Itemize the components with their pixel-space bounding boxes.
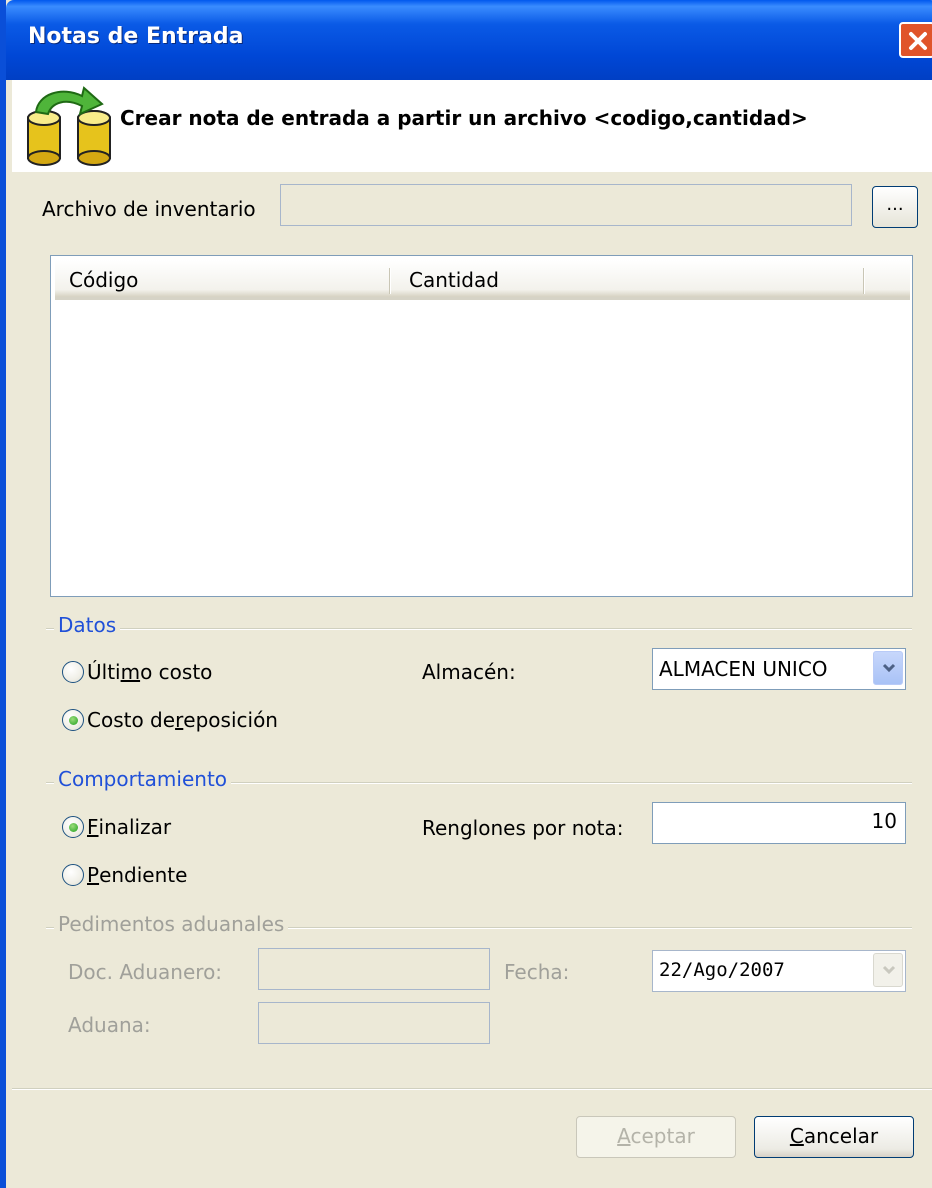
radio-label-part: endiente: [99, 863, 188, 887]
column-divider[interactable]: [863, 268, 865, 294]
footer-separator: [12, 1088, 932, 1090]
archivo-input[interactable]: [280, 184, 852, 226]
radio-unchecked-icon: [62, 661, 84, 683]
button-mnemonic: C: [789, 1124, 804, 1148]
almacen-label: Almacén:: [422, 660, 516, 684]
datos-group-title: Datos: [54, 613, 121, 637]
window-title: Notas de Entrada: [28, 24, 244, 49]
comportamiento-group-title: Comportamiento: [54, 767, 232, 791]
dropdown-button[interactable]: [873, 953, 903, 987]
renglones-input[interactable]: 10: [652, 802, 906, 844]
aduana-input[interactable]: [258, 1002, 490, 1044]
cancelar-button[interactable]: Cancelar: [754, 1116, 914, 1158]
almacen-selected-value: ALMACEN UNICO: [659, 657, 828, 681]
radio-checked-icon: [62, 709, 84, 731]
column-header-cantidad[interactable]: Cantidad: [409, 268, 499, 292]
radio-checked-icon: [62, 816, 84, 838]
radio-label-mnemonic: F: [87, 815, 99, 839]
radio-label-mnemonic: r: [175, 708, 184, 732]
fecha-label: Fecha:: [504, 960, 570, 984]
radio-label-part: eposición: [183, 708, 278, 732]
close-icon: [909, 32, 927, 50]
dialog-window: Notas de Entrada Crear nota de entrada a…: [0, 0, 932, 1188]
dropdown-button[interactable]: [873, 651, 903, 685]
aceptar-button[interactable]: Aceptar: [576, 1116, 736, 1158]
costo-reposicion-radio[interactable]: Costo de r eposición: [62, 708, 278, 732]
header-banner: Crear nota de entrada a partir un archiv…: [12, 80, 932, 172]
radio-label-part: inalizar: [98, 815, 172, 839]
ultimo-costo-radio[interactable]: Últi m o costo: [62, 660, 212, 684]
browse-button[interactable]: ...: [872, 186, 918, 228]
radio-label-part: o costo: [140, 660, 213, 684]
chevron-down-icon: [882, 663, 896, 673]
chevron-down-icon: [882, 965, 896, 975]
table-header: Código Cantidad: [55, 260, 910, 300]
items-table[interactable]: Código Cantidad: [50, 255, 913, 597]
close-button[interactable]: [899, 22, 932, 58]
radio-label-mnemonic: P: [87, 863, 100, 887]
database-transfer-icon: [27, 86, 111, 166]
doc-aduanero-label: Doc. Aduanero:: [68, 960, 223, 984]
header-description: Crear nota de entrada a partir un archiv…: [120, 106, 808, 130]
button-mnemonic: A: [617, 1124, 631, 1148]
renglones-label: Renglones por nota:: [422, 816, 624, 840]
button-label: ancelar: [803, 1124, 879, 1148]
column-header-codigo[interactable]: Código: [69, 268, 138, 292]
archivo-label: Archivo de inventario: [42, 197, 256, 221]
aduana-label: Aduana:: [68, 1013, 151, 1037]
almacen-select[interactable]: ALMACEN UNICO: [652, 648, 906, 690]
radio-label-mnemonic: m: [120, 660, 141, 684]
fecha-value: 22/Ago/2007: [659, 959, 785, 981]
button-label: ceptar: [630, 1124, 695, 1148]
radio-unchecked-icon: [62, 864, 84, 886]
column-divider[interactable]: [389, 268, 391, 294]
title-bar[interactable]: Notas de Entrada: [6, 0, 932, 80]
pendiente-radio[interactable]: Pendiente: [62, 863, 187, 887]
radio-label-part: Costo de: [87, 708, 176, 732]
radio-label-part: Últi: [87, 660, 121, 684]
datos-group-line: [46, 628, 912, 630]
finalizar-radio[interactable]: Finalizar: [62, 815, 171, 839]
fecha-picker[interactable]: 22/Ago/2007: [652, 950, 906, 992]
pedimentos-group-title: Pedimentos aduanales: [54, 912, 289, 936]
doc-aduanero-input[interactable]: [258, 948, 490, 990]
